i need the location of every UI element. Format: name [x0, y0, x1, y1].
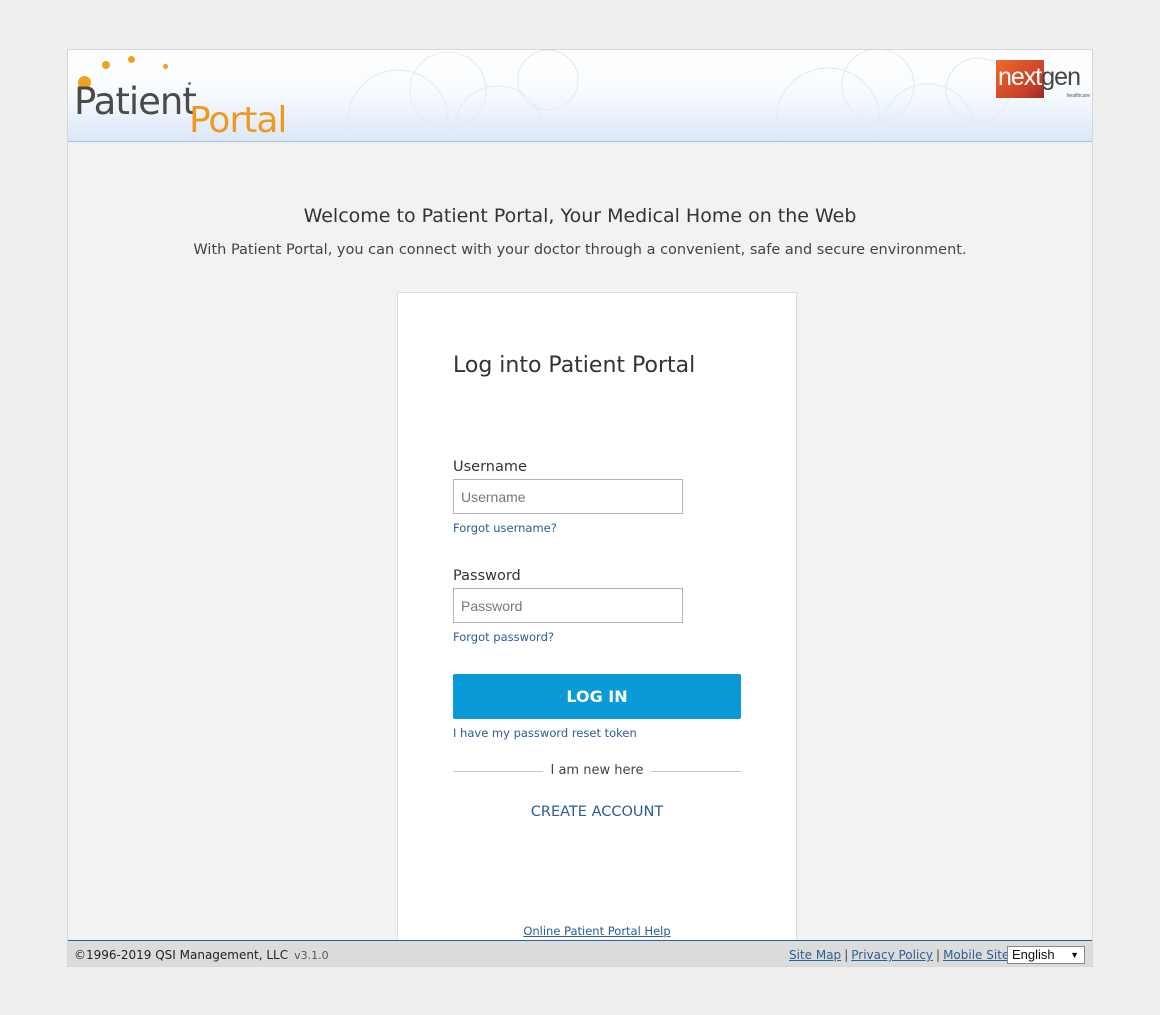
welcome-subtitle: With Patient Portal, you can connect wit… — [193, 242, 967, 258]
help-link[interactable]: Online Patient Portal Help — [398, 924, 796, 938]
login-card: Log into Patient Portal Username Forgot … — [397, 292, 797, 952]
footer-separator: | — [844, 948, 849, 962]
password-label: Password — [453, 568, 521, 584]
logo-word-patient: Patient — [74, 80, 197, 123]
nextgen-logo-subtitle: healthcare — [1066, 93, 1090, 99]
version-text: v3.1.0 — [294, 949, 329, 962]
new-user-divider: I am new here — [453, 763, 741, 781]
privacy-policy-link[interactable]: Privacy Policy — [851, 948, 933, 962]
logo-dot-icon — [102, 61, 110, 69]
nextgen-logo: nextgen healthcare — [996, 60, 1090, 100]
divider-text: I am new here — [550, 763, 644, 778]
forgot-password-link[interactable]: Forgot password? — [453, 630, 554, 644]
language-select[interactable]: English ▼ — [1007, 946, 1085, 964]
login-title: Log into Patient Portal — [453, 353, 696, 378]
mobile-site-link[interactable]: Mobile Site — [943, 948, 1009, 962]
caret-down-icon: ▼ — [1070, 950, 1079, 960]
logo-word-portal: Portal — [189, 100, 287, 141]
create-account-link[interactable]: CREATE ACCOUNT — [398, 804, 796, 820]
logo-dot-icon — [163, 64, 168, 69]
username-label: Username — [453, 459, 527, 475]
welcome-title: Welcome to Patient Portal, Your Medical … — [303, 205, 857, 227]
reset-token-link[interactable]: I have my password reset token — [453, 726, 637, 740]
copyright: ©1996-2019 QSI Management, LLC v3.1.0 — [74, 948, 329, 962]
language-value: English — [1012, 947, 1055, 962]
username-input[interactable] — [453, 479, 683, 514]
password-input[interactable] — [453, 588, 683, 623]
copyright-text: ©1996-2019 QSI Management, LLC — [74, 948, 289, 962]
footer-separator: | — [936, 948, 941, 962]
patient-portal-logo[interactable]: Patient Portal — [68, 50, 308, 141]
forgot-username-link[interactable]: Forgot username? — [453, 521, 557, 535]
header-banner: Patient Portal nextgen healthcare — [68, 50, 1092, 142]
logo-dot-icon — [128, 56, 135, 63]
page-frame: Patient Portal nextgen healthcare Welcom… — [67, 49, 1093, 967]
nextgen-logo-next: next — [998, 63, 1042, 91]
footer-bar: ©1996-2019 QSI Management, LLC v3.1.0 Sit… — [68, 940, 1092, 966]
login-button[interactable]: LOG IN — [453, 674, 741, 719]
nextgen-logo-text: nextgen — [998, 63, 1081, 92]
site-map-link[interactable]: Site Map — [789, 948, 841, 962]
footer-links: Site Map | Privacy Policy | Mobile Site — [789, 948, 1009, 962]
nextgen-logo-gen: gen — [1041, 63, 1081, 91]
